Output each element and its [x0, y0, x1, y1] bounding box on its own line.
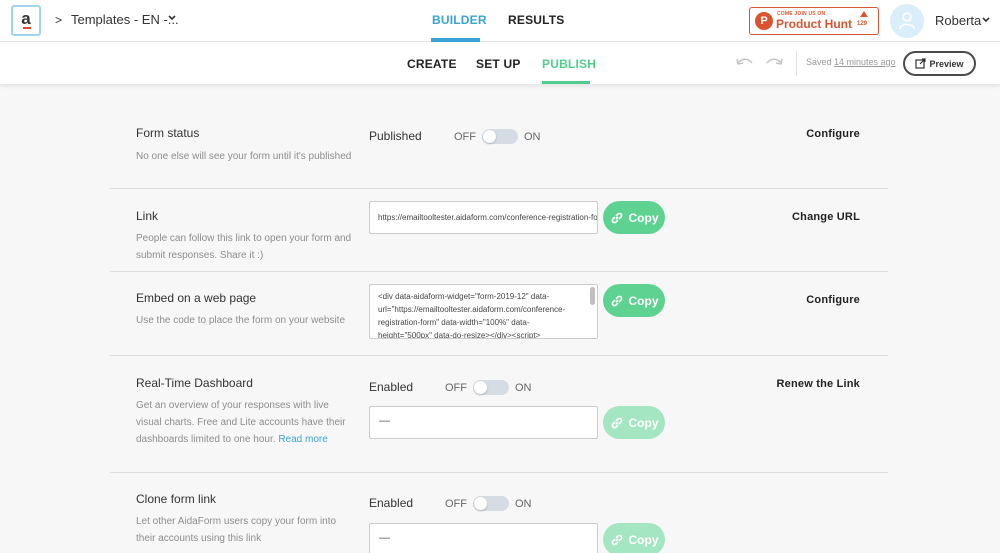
upvote-arrow-icon — [860, 11, 868, 17]
section-title: Clone form link — [136, 492, 217, 506]
section-title: Link — [136, 209, 159, 223]
scrollbar[interactable] — [590, 287, 595, 305]
toggle-off-label: OFF — [445, 497, 467, 510]
toggle-knob — [483, 130, 496, 143]
copy-embed-button[interactable]: Copy — [603, 284, 665, 317]
upvote-count: 129 — [857, 21, 868, 27]
preview-label: Preview — [929, 58, 964, 69]
section-title: Real-Time Dashboard — [136, 376, 253, 390]
toggle-on-label: ON — [515, 381, 532, 394]
preview-button[interactable]: Preview — [903, 51, 976, 76]
dashboard-link-field[interactable]: — — [369, 406, 598, 439]
embed-section: Embed on a web page Use the code to plac… — [110, 272, 888, 356]
top-bar: a > Templates - EN -... BUILDER RESULTS … — [0, 0, 1000, 42]
copy-label: Copy — [628, 532, 659, 547]
product-hunt-badge[interactable]: P COME JOIN US ON Product Hunt 129 — [749, 7, 879, 35]
save-status-time: 14 minutes ago — [834, 57, 896, 67]
breadcrumb-arrow-icon: > — [55, 13, 63, 27]
tab-builder[interactable]: BUILDER — [432, 13, 487, 27]
link-icon — [611, 534, 622, 545]
dashboard-section: Real-Time Dashboard Get an overview of y… — [110, 356, 888, 473]
user-name[interactable]: Roberta — [935, 13, 981, 28]
embed-code-textarea[interactable]: <div data-aidaform-widget="form-2019-12"… — [369, 284, 598, 339]
tab-setup[interactable]: SET UP — [476, 57, 521, 71]
chevron-down-icon[interactable] — [982, 17, 990, 23]
status-value: Published — [369, 129, 422, 143]
save-status-label: Saved — [806, 57, 835, 67]
clone-section: Clone form link Let other AidaForm users… — [110, 473, 888, 553]
redo-icon[interactable] — [765, 56, 783, 68]
section-description: People can follow this link to open your… — [136, 233, 352, 261]
toggle-on-label: ON — [515, 497, 532, 510]
aidaform-logo[interactable]: a — [11, 5, 41, 36]
divider — [796, 50, 797, 76]
change-url-link[interactable]: Change URL — [792, 211, 860, 223]
undo-icon[interactable] — [736, 56, 754, 68]
toggle-knob — [474, 497, 487, 510]
clone-link-field[interactable]: — — [369, 523, 598, 553]
copy-label: Copy — [628, 293, 659, 308]
copy-clone-button[interactable]: Copy — [603, 523, 665, 553]
product-hunt-label: Product Hunt — [776, 17, 852, 31]
link-icon — [611, 295, 622, 306]
avatar[interactable] — [890, 4, 924, 38]
form-url-field[interactable]: https://emailtooltester.aidaform.com/con… — [369, 201, 598, 234]
link-icon — [611, 417, 622, 428]
toggle-off-label: OFF — [445, 381, 467, 394]
configure-status-link[interactable]: Configure — [806, 128, 860, 140]
link-section: Link People can follow this link to open… — [110, 189, 888, 272]
copy-label: Copy — [628, 415, 659, 430]
save-status: Saved 14 minutes ago — [806, 57, 896, 67]
embed-code-text: <div data-aidaform-widget="form-2019-12"… — [378, 292, 566, 339]
toggle-knob — [474, 381, 487, 394]
product-hunt-icon: P — [755, 12, 773, 30]
copy-label: Copy — [628, 210, 659, 225]
section-description: Let other AidaForm users copy your form … — [136, 516, 337, 544]
toggle-on-label: ON — [524, 130, 541, 143]
form-status-section: Form status No one else will see your fo… — [110, 106, 888, 189]
copy-dashboard-button[interactable]: Copy — [603, 406, 665, 439]
user-icon — [899, 12, 915, 30]
read-more-link[interactable]: Read more — [278, 434, 327, 445]
clone-toggle[interactable]: OFF ON — [445, 496, 532, 511]
configure-embed-link[interactable]: Configure — [806, 294, 860, 306]
toggle-off-label: OFF — [454, 130, 476, 143]
logo-underline — [23, 27, 31, 29]
section-title: Embed on a web page — [136, 291, 257, 305]
logo-letter: a — [21, 9, 31, 28]
publish-toggle[interactable]: OFF ON — [454, 129, 541, 144]
active-tab-indicator — [542, 81, 590, 84]
status-value: Enabled — [369, 496, 414, 510]
toggle-switch[interactable] — [473, 380, 509, 395]
renew-link-button[interactable]: Renew the Link — [777, 378, 860, 390]
tab-create[interactable]: CREATE — [407, 57, 457, 71]
sub-navigation: CREATE SET UP PUBLISH Saved 14 minutes a… — [0, 42, 1000, 85]
copy-link-button[interactable]: Copy — [603, 201, 665, 234]
dashboard-toggle[interactable]: OFF ON — [445, 380, 532, 395]
tab-publish[interactable]: PUBLISH — [542, 57, 596, 71]
link-icon — [611, 212, 622, 223]
section-description: No one else will see your form until it'… — [136, 151, 352, 162]
section-description: Use the code to place the form on your w… — [136, 315, 346, 326]
toggle-switch[interactable] — [482, 129, 518, 144]
external-link-icon — [915, 58, 927, 69]
toggle-switch[interactable] — [473, 496, 509, 511]
chevron-down-icon[interactable] — [168, 15, 176, 21]
tab-results[interactable]: RESULTS — [508, 13, 565, 27]
status-value: Enabled — [369, 380, 414, 394]
section-title: Form status — [136, 126, 200, 140]
section-description: Get an overview of your responses with l… — [136, 397, 352, 448]
form-name-breadcrumb[interactable]: Templates - EN -... — [71, 12, 179, 27]
